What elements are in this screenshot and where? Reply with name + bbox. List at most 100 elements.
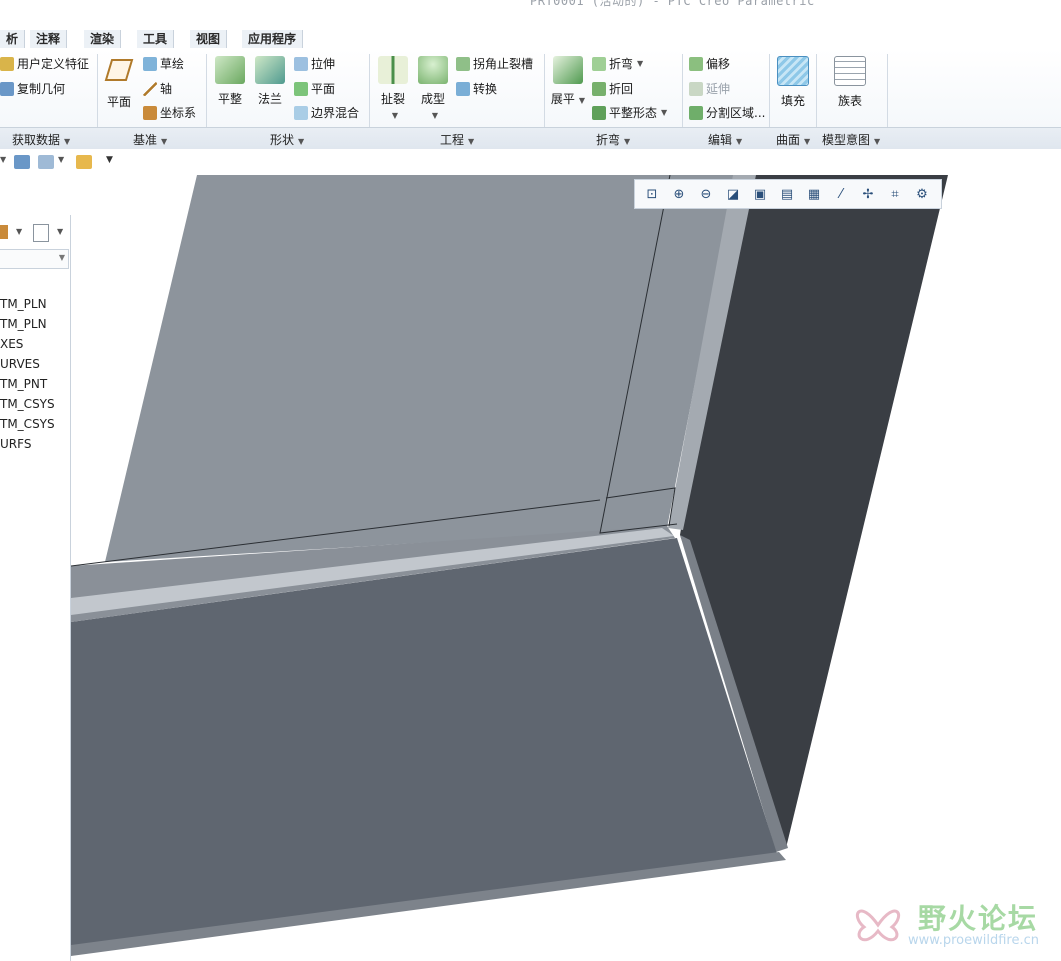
group-get-data[interactable]: 获取数据 ▼ xyxy=(12,131,70,148)
bend-back-icon xyxy=(592,82,606,96)
dropdown-caret-icon[interactable]: ▼ xyxy=(16,227,22,236)
coordinate-system-button[interactable]: 坐标系 xyxy=(143,103,196,123)
group-shapes[interactable]: 形状 ▼ xyxy=(270,131,304,148)
fill-button[interactable]: 填充 xyxy=(775,56,811,109)
view-manager-icon[interactable]: ▦ xyxy=(803,183,825,205)
group-datum[interactable]: 基准 ▼ xyxy=(133,131,167,148)
model-tree-panel: ▼ ▼ ▼ TM_PLN TM_PLN XES URVES TM_PNT TM_… xyxy=(0,215,71,961)
flat-icon xyxy=(294,82,308,96)
form-button[interactable]: 成型▼ xyxy=(416,56,450,121)
tree-item-csys[interactable]: TM_CSYS xyxy=(0,417,55,431)
extend-button[interactable]: 延伸 xyxy=(689,79,730,99)
tab-tools[interactable]: 工具 xyxy=(137,30,175,48)
customize-toolbar-icon[interactable]: ▼ xyxy=(106,155,113,169)
quick-toolbar: ▼ ▼ ▼ xyxy=(0,149,1061,175)
zoom-out-icon[interactable]: ⊖ xyxy=(695,183,717,205)
refit-icon[interactable]: ⊡ xyxy=(641,183,663,205)
group-editing[interactable]: 编辑 ▼ xyxy=(708,131,742,148)
boundary-blend-button[interactable]: 边界混合 xyxy=(294,103,359,123)
flange-button[interactable]: 法兰 xyxy=(252,56,288,107)
corner-relief-icon xyxy=(456,57,470,71)
repaint-icon[interactable]: ◪ xyxy=(722,183,744,205)
annotation-display-icon[interactable]: ⌗ xyxy=(884,183,906,205)
butterfly-logo-icon xyxy=(855,909,901,942)
tree-item-datum-plane[interactable]: TM_PLN xyxy=(0,297,47,311)
user-defined-feature-button[interactable]: 用户定义特征 xyxy=(0,54,89,74)
spin-center-icon[interactable]: ✢ xyxy=(857,183,879,205)
view-toolbar: ⊡ ⊕ ⊖ ◪ ▣ ▤ ▦ ⁄ ✢ ⌗ ⚙ xyxy=(634,179,942,209)
tree-filter-field[interactable]: ▼ xyxy=(0,249,69,269)
corner-relief-button[interactable]: 拐角止裂槽 xyxy=(456,54,533,74)
unbend-icon xyxy=(553,56,583,84)
fill-icon xyxy=(777,56,809,86)
bend-icon xyxy=(592,57,606,71)
tab-view[interactable]: 视图 xyxy=(190,30,228,48)
unbend-button[interactable]: 展平 ▼ xyxy=(550,56,586,107)
ribbon-tabs: 析 注释 渲染 工具 视图 应用程序 xyxy=(0,30,1061,50)
bend-back-button[interactable]: 折回 xyxy=(592,79,633,99)
tree-item-curves[interactable]: URVES xyxy=(0,357,40,371)
conversion-button[interactable]: 转换 xyxy=(456,79,497,99)
tree-item-csys[interactable]: TM_CSYS xyxy=(0,397,55,411)
copy-geometry-button[interactable]: 复制几何 xyxy=(0,79,65,99)
group-engineering[interactable]: 工程 ▼ xyxy=(440,131,474,148)
show-options-icon[interactable] xyxy=(33,224,49,242)
title-bar: PRT0001 (活动的) - PTC Creo Parametric xyxy=(0,0,1061,30)
dropdown-caret-icon[interactable]: ▼ xyxy=(57,227,63,236)
udf-icon xyxy=(0,57,14,71)
watermark-url: www.proewildfire.cn xyxy=(908,933,1039,948)
perspective-icon[interactable]: ⚙ xyxy=(911,183,933,205)
tree-item-surfaces[interactable]: URFS xyxy=(0,437,31,451)
tab-annotate[interactable]: 注释 xyxy=(30,30,68,48)
extrude-button[interactable]: 拉伸 xyxy=(294,54,335,74)
hierarchy-icon[interactable] xyxy=(14,155,30,169)
split-area-button[interactable]: 分割区域... xyxy=(689,103,765,123)
flat-pattern-button[interactable]: 平整形态 ▼ xyxy=(592,103,667,123)
model-tree-toolbar: ▼ ▼ xyxy=(0,222,70,242)
tab-analysis[interactable]: 析 xyxy=(0,30,26,48)
layer-tree-icon[interactable] xyxy=(38,155,54,169)
graphics-window[interactable] xyxy=(71,175,1061,961)
rip-button[interactable]: 扯裂▼ xyxy=(376,56,410,121)
offset-icon xyxy=(689,57,703,71)
tree-item-axes[interactable]: XES xyxy=(0,337,23,351)
dropdown-caret-icon[interactable]: ▼ xyxy=(58,155,64,169)
flange-icon xyxy=(255,56,285,84)
group-surfaces[interactable]: 曲面 ▼ xyxy=(776,131,810,148)
tree-settings-icon[interactable] xyxy=(0,225,8,239)
split-area-icon xyxy=(689,106,703,120)
planar-wall-icon xyxy=(215,56,245,84)
tab-applications[interactable]: 应用程序 xyxy=(242,30,304,48)
datum-display-icon[interactable]: ⁄ xyxy=(830,183,852,205)
family-table-button[interactable]: 族表 xyxy=(830,56,870,109)
copy-geometry-icon xyxy=(0,82,14,96)
plane-icon xyxy=(104,59,134,81)
plane-button[interactable]: 平面 xyxy=(103,56,135,110)
open-folder-icon[interactable] xyxy=(76,155,92,169)
flat-button[interactable]: 平面 xyxy=(294,79,335,99)
sheetmetal-model[interactable] xyxy=(71,175,1061,961)
model-top-face xyxy=(105,175,735,562)
dropdown-caret-icon[interactable]: ▼ xyxy=(0,155,6,169)
axis-icon xyxy=(143,82,157,96)
zoom-in-icon[interactable]: ⊕ xyxy=(668,183,690,205)
tab-render[interactable]: 渲染 xyxy=(84,30,122,48)
axis-button[interactable]: 轴 xyxy=(143,79,172,99)
csys-icon xyxy=(143,106,157,120)
sketch-button[interactable]: 草绘 xyxy=(143,54,184,74)
extend-icon xyxy=(689,82,703,96)
display-style-icon[interactable]: ▣ xyxy=(749,183,771,205)
planar-wall-button[interactable]: 平整 xyxy=(212,56,248,107)
group-bends[interactable]: 折弯 ▼ xyxy=(596,131,630,148)
group-model-intent[interactable]: 模型意图 ▼ xyxy=(822,131,880,148)
watermark-name: 野火论坛 xyxy=(918,902,1039,935)
saved-views-icon[interactable]: ▤ xyxy=(776,183,798,205)
form-icon xyxy=(418,56,448,84)
tree-item-datum-plane[interactable]: TM_PLN xyxy=(0,317,47,331)
rip-icon xyxy=(378,56,408,84)
extrude-icon xyxy=(294,57,308,71)
tree-item-datum-point[interactable]: TM_PNT xyxy=(0,377,47,391)
offset-button[interactable]: 偏移 xyxy=(689,54,730,74)
bend-button[interactable]: 折弯 ▼ xyxy=(592,54,643,74)
dropdown-caret-icon[interactable]: ▼ xyxy=(59,253,65,262)
